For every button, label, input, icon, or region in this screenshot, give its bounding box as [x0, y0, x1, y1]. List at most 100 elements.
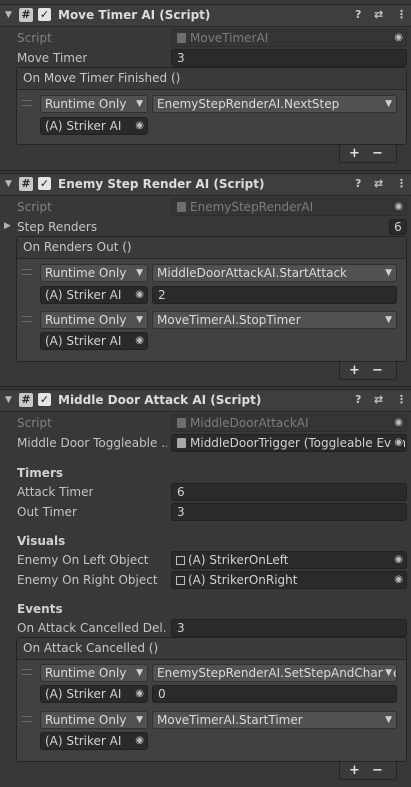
- drag-handle[interactable]: [22, 316, 32, 322]
- enemy-left-value: (A) StrikerOnLeft: [188, 553, 289, 567]
- script-value: MiddleDoorAttackAI: [190, 416, 309, 430]
- target-object-field[interactable]: (A) Striker AI ◉: [40, 332, 148, 350]
- add-listener-button[interactable]: +: [349, 763, 360, 778]
- drag-handle[interactable]: [22, 100, 32, 106]
- runtime-mode-dropdown[interactable]: Runtime Only ▼: [40, 95, 148, 113]
- object-picker-icon[interactable]: ◉: [394, 552, 403, 568]
- toggleable-label: Middle Door Toggleable ...: [17, 436, 167, 450]
- target-value: (A) Striker AI: [45, 334, 122, 348]
- function-value: MoveTimerAI.StartTimer: [157, 713, 303, 727]
- function-value: EnemyStepRenderAI.NextStep: [157, 97, 340, 111]
- kebab-menu-icon[interactable]: ⋮: [396, 8, 407, 21]
- target-object-field[interactable]: (A) Striker AI ◉: [40, 685, 148, 703]
- toggleable-value: MiddleDoorTrigger (Toggleable Event): [190, 436, 407, 450]
- object-picker-icon[interactable]: ◉: [135, 733, 144, 749]
- runtime-mode-dropdown[interactable]: Runtime Only ▼: [40, 711, 148, 729]
- enabled-checkbox[interactable]: ✓: [38, 177, 51, 190]
- script-hash-icon: #: [19, 177, 33, 191]
- enabled-checkbox[interactable]: ✓: [38, 393, 51, 406]
- kebab-menu-icon[interactable]: ⋮: [396, 393, 407, 406]
- component-separator: [0, 386, 411, 387]
- function-dropdown[interactable]: MoveTimerAI.StopTimer ▼: [152, 311, 397, 329]
- component-title: Middle Door Attack AI (Script): [58, 393, 262, 407]
- runtime-mode-dropdown[interactable]: Runtime Only ▼: [40, 264, 148, 282]
- add-listener-button[interactable]: +: [349, 146, 360, 161]
- target-object-field[interactable]: (A) Striker AI ◉: [40, 117, 148, 135]
- event-add-remove: + −: [339, 762, 397, 780]
- object-picker-icon[interactable]: ◉: [135, 118, 144, 134]
- help-icon[interactable]: ?: [355, 177, 361, 190]
- foldout-triangle-icon[interactable]: ▼: [5, 10, 12, 20]
- presets-sliders-icon[interactable]: ⇄: [374, 8, 383, 21]
- script-field: MiddleDoorAttackAI ◉: [171, 414, 407, 432]
- object-picker-icon[interactable]: ◉: [135, 333, 144, 349]
- function-dropdown[interactable]: EnemyStepRenderAI.NextStep ▼: [152, 95, 397, 113]
- attack-timer-input[interactable]: 6: [171, 483, 407, 501]
- target-value: (A) Striker AI: [45, 119, 122, 133]
- drag-handle[interactable]: [22, 669, 32, 675]
- object-picker-icon[interactable]: ◉: [135, 287, 144, 303]
- argument-input[interactable]: 0: [152, 685, 397, 703]
- chevron-down-icon: ▼: [136, 99, 143, 109]
- cancel-delay-input[interactable]: 3: [171, 619, 407, 637]
- object-picker-icon[interactable]: ◉: [394, 572, 403, 588]
- argument-input[interactable]: 2: [152, 286, 397, 304]
- runtime-mode-dropdown[interactable]: Runtime Only ▼: [40, 664, 148, 682]
- add-listener-button[interactable]: +: [349, 363, 360, 378]
- function-value: MiddleDoorAttackAI.StartAttack: [157, 266, 347, 280]
- enemy-right-value: (A) StrikerOnRight: [188, 573, 298, 587]
- function-dropdown[interactable]: EnemyStepRenderAI.SetStepAndChangeRender…: [152, 664, 397, 682]
- component-title: Enemy Step Render AI (Script): [58, 177, 265, 191]
- script-file-icon: [177, 418, 186, 428]
- event-header: On Move Timer Finished (): [17, 68, 406, 90]
- enemy-right-object-field[interactable]: (A) StrikerOnRight ◉: [171, 571, 407, 589]
- help-icon[interactable]: ?: [355, 393, 361, 406]
- help-icon[interactable]: ?: [355, 8, 361, 21]
- out-timer-input[interactable]: 3: [171, 503, 407, 521]
- component-header-move-timer[interactable]: ▼ # ✓ Move Timer AI (Script) ? ⇄ ⋮: [0, 4, 411, 27]
- script-label: Script: [17, 416, 52, 430]
- timers-section-header: Timers: [17, 466, 64, 480]
- function-dropdown[interactable]: MiddleDoorAttackAI.StartAttack ▼: [152, 264, 397, 282]
- chevron-down-icon: ▼: [136, 315, 143, 325]
- remove-listener-button[interactable]: −: [372, 363, 383, 378]
- remove-listener-button[interactable]: −: [372, 146, 383, 161]
- foldout-triangle-icon[interactable]: ▼: [5, 179, 12, 189]
- chevron-down-icon: ▼: [385, 715, 392, 725]
- kebab-menu-icon[interactable]: ⋮: [396, 177, 407, 190]
- foldout-triangle-right-icon[interactable]: ▶: [4, 221, 11, 231]
- object-picker-icon: ◉: [394, 201, 403, 212]
- event-header: On Attack Cancelled (): [17, 638, 406, 660]
- presets-sliders-icon[interactable]: ⇄: [374, 177, 383, 190]
- step-renders-count[interactable]: 6: [389, 219, 407, 235]
- object-picker-icon[interactable]: ◉: [135, 686, 144, 702]
- drag-handle[interactable]: [22, 716, 32, 722]
- toggleable-object-field[interactable]: MiddleDoorTrigger (Toggleable Event) ◉: [171, 434, 407, 452]
- function-dropdown[interactable]: MoveTimerAI.StartTimer ▼: [152, 711, 397, 729]
- script-label: Script: [17, 31, 52, 45]
- script-file-icon: [177, 33, 186, 43]
- object-picker-icon[interactable]: ◉: [392, 435, 403, 451]
- target-object-field[interactable]: (A) Striker AI ◉: [40, 286, 148, 304]
- move-timer-label: Move Timer: [17, 51, 88, 65]
- foldout-triangle-icon[interactable]: ▼: [5, 395, 12, 405]
- component-header-middle-door-attack[interactable]: ▼ # ✓ Middle Door Attack AI (Script) ? ⇄…: [0, 389, 411, 412]
- remove-listener-button[interactable]: −: [372, 763, 383, 778]
- gameobject-cube-icon: [176, 576, 185, 585]
- step-renders-label[interactable]: Step Renders: [17, 220, 97, 234]
- runtime-mode-dropdown[interactable]: Runtime Only ▼: [40, 311, 148, 329]
- drag-handle[interactable]: [22, 269, 32, 275]
- enabled-checkbox[interactable]: ✓: [38, 8, 51, 21]
- enemy-left-object-field[interactable]: (A) StrikerOnLeft ◉: [171, 551, 407, 569]
- move-timer-input[interactable]: 3: [171, 49, 407, 67]
- object-picker-icon: ◉: [394, 417, 403, 428]
- attack-timer-label: Attack Timer: [17, 485, 94, 499]
- cancel-delay-label: On Attack Cancelled Del...: [17, 621, 167, 635]
- script-field: MoveTimerAI ◉: [171, 29, 407, 47]
- component-header-enemy-step-render[interactable]: ▼ # ✓ Enemy Step Render AI (Script) ? ⇄ …: [0, 173, 411, 196]
- out-timer-label: Out Timer: [17, 505, 77, 519]
- target-value: (A) Striker AI: [45, 734, 122, 748]
- presets-sliders-icon[interactable]: ⇄: [374, 393, 383, 406]
- chevron-down-icon: ▼: [136, 715, 143, 725]
- target-object-field[interactable]: (A) Striker AI ◉: [40, 732, 148, 750]
